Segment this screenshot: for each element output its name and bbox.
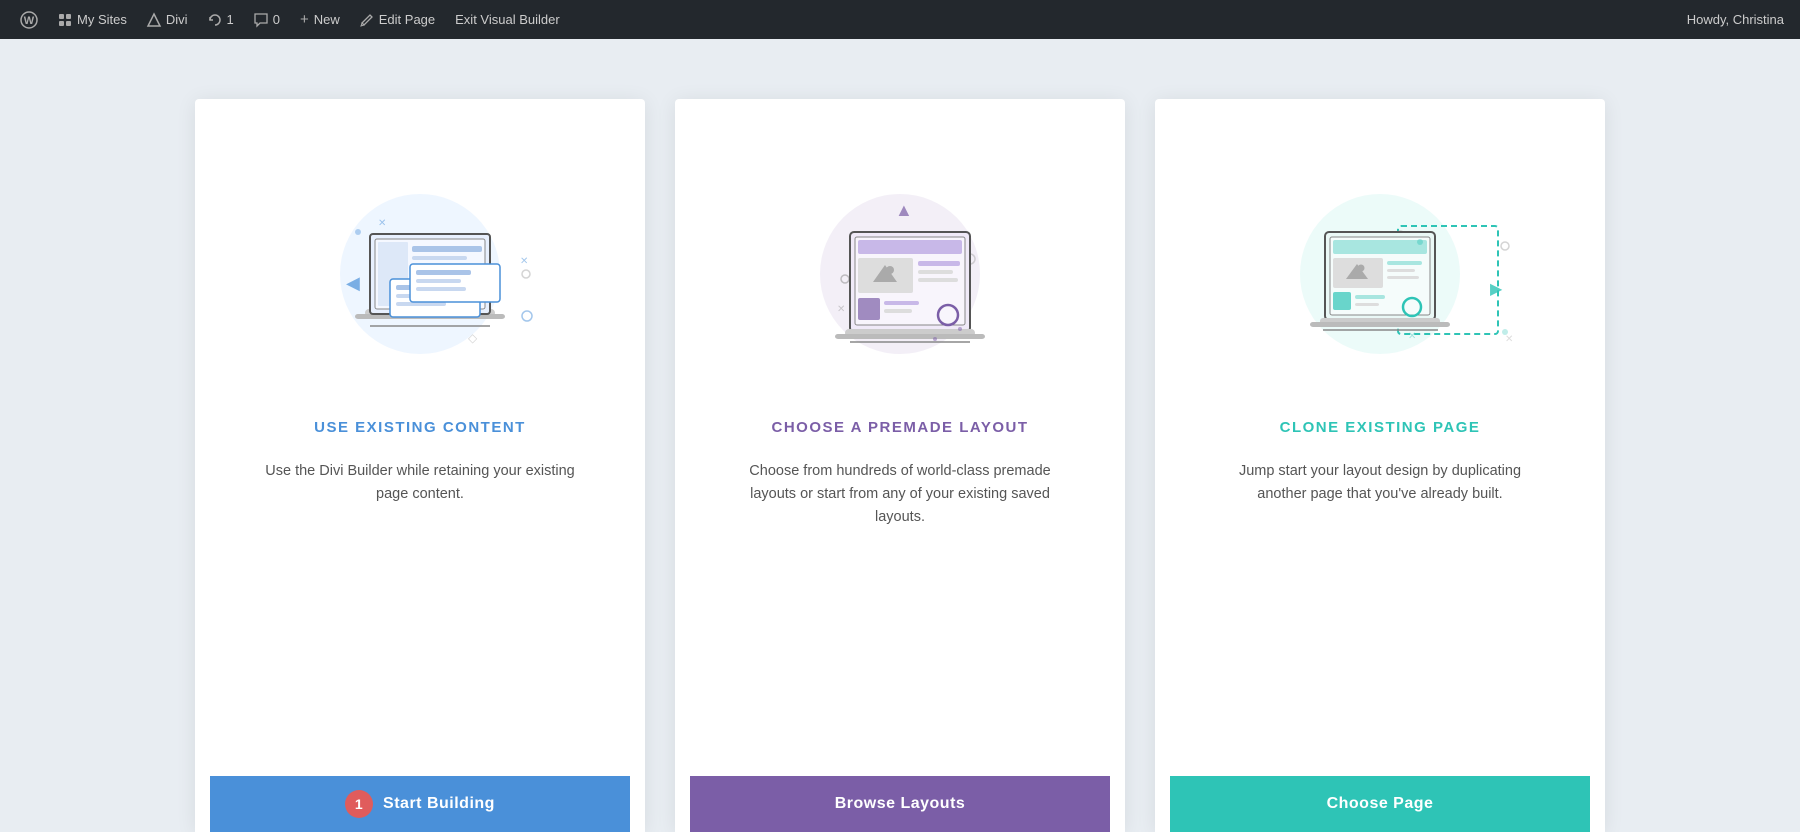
divi-label: Divi bbox=[166, 12, 188, 27]
updates-label: 1 bbox=[227, 12, 234, 27]
exit-vb-label: Exit Visual Builder bbox=[455, 12, 560, 27]
new-item[interactable]: + New bbox=[292, 0, 348, 39]
card-desc-premade: Choose from hundreds of world-class prem… bbox=[740, 460, 1060, 530]
greeting-text: Howdy, Christina bbox=[1687, 12, 1784, 27]
start-building-label: Start Building bbox=[383, 795, 495, 813]
card-title-premade: CHOOSE A PREMADE LAYOUT bbox=[771, 419, 1028, 436]
card-title-clone: CLONE EXISTING PAGE bbox=[1280, 419, 1481, 436]
svg-text:▲: ▲ bbox=[895, 200, 913, 220]
step-badge: 1 bbox=[345, 790, 373, 818]
card-desc-clone: Jump start your layout design by duplica… bbox=[1220, 460, 1540, 506]
my-sites-item[interactable]: My Sites bbox=[50, 0, 135, 39]
illustration-premade-layout: ▲ ✕ ✕ bbox=[770, 159, 1030, 379]
cards-container: ◀ ✕ ✕ ◇ bbox=[180, 99, 1620, 832]
card-premade-layout: ▲ ✕ ✕ bbox=[675, 99, 1125, 832]
card-desc-existing: Use the Divi Builder while retaining you… bbox=[260, 460, 580, 506]
illustration-existing-content: ◀ ✕ ✕ ◇ bbox=[290, 159, 550, 379]
divi-item[interactable]: Divi bbox=[139, 0, 196, 39]
browse-layouts-label: Browse Layouts bbox=[835, 795, 966, 813]
comments-label: 0 bbox=[273, 12, 280, 27]
card-existing-content: ◀ ✕ ✕ ◇ bbox=[195, 99, 645, 832]
main-area: ◀ ✕ ✕ ◇ bbox=[0, 39, 1800, 832]
svg-text:W: W bbox=[24, 15, 35, 27]
updates-item[interactable]: 1 bbox=[200, 0, 242, 39]
edit-page-label: Edit Page bbox=[379, 12, 435, 27]
card-button-wrap-existing: 1 Start Building bbox=[210, 776, 630, 832]
new-label: New bbox=[314, 12, 340, 27]
choose-page-label: Choose Page bbox=[1327, 795, 1434, 813]
step-number: 1 bbox=[355, 796, 363, 812]
start-building-button[interactable]: 1 Start Building bbox=[210, 776, 630, 832]
svg-text:✕: ✕ bbox=[837, 304, 845, 315]
card-title-existing: USE EXISTING CONTENT bbox=[314, 419, 526, 436]
browse-layouts-button[interactable]: Browse Layouts bbox=[690, 776, 1110, 832]
svg-text:✕: ✕ bbox=[520, 256, 528, 267]
svg-text:◇: ◇ bbox=[468, 331, 478, 345]
greeting: Howdy, Christina bbox=[1687, 0, 1784, 39]
svg-text:✕: ✕ bbox=[378, 218, 386, 229]
wp-logo[interactable]: W bbox=[12, 0, 46, 39]
choose-page-button[interactable]: Choose Page bbox=[1170, 776, 1590, 832]
card-button-wrap-clone: Choose Page bbox=[1170, 776, 1590, 832]
comments-item[interactable]: 0 bbox=[246, 0, 288, 39]
my-sites-label: My Sites bbox=[77, 12, 127, 27]
new-plus-icon: + bbox=[300, 11, 309, 28]
card-button-wrap-premade: Browse Layouts bbox=[690, 776, 1110, 832]
card-clone-page: ▶ ✕ ✕ bbox=[1155, 99, 1605, 832]
svg-text:▶: ▶ bbox=[1490, 281, 1503, 298]
exit-vb-item[interactable]: Exit Visual Builder bbox=[447, 0, 568, 39]
topbar: W My Sites Divi 1 0 + New Edit Page Exit… bbox=[0, 0, 1800, 39]
illustration-clone-page: ▶ ✕ ✕ bbox=[1250, 159, 1510, 379]
svg-text:◀: ◀ bbox=[346, 273, 360, 293]
svg-text:✕: ✕ bbox=[1505, 334, 1513, 345]
edit-page-item[interactable]: Edit Page bbox=[352, 0, 443, 39]
svg-text:✕: ✕ bbox=[1408, 331, 1416, 342]
